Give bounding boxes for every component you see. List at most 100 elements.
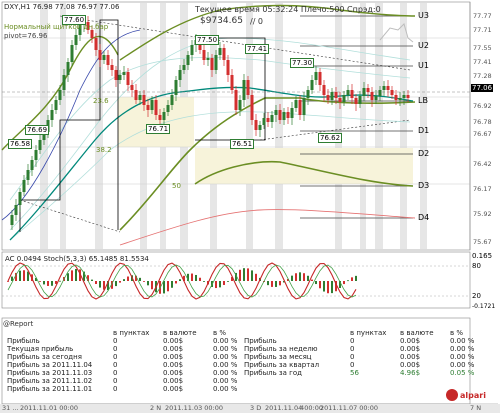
candle-body: [14, 205, 18, 215]
candle-body: [122, 72, 126, 75]
price-label: 76.69: [25, 125, 50, 135]
candle-body: [182, 65, 186, 70]
ac-bar: [115, 281, 117, 287]
ac-bar: [171, 281, 173, 288]
candle-body: [358, 96, 362, 104]
candle-body: [202, 50, 206, 60]
price-axis-label: 76.42: [473, 160, 492, 168]
price-axis-label: 76.17: [473, 185, 492, 193]
ac-bar: [75, 268, 77, 281]
time-axis-label: 2011.11.07 00:00: [320, 404, 379, 412]
report-row: Прибыль за год 56 4.96$ 0.05 %: [244, 369, 475, 377]
candle-body: [130, 85, 134, 90]
candle-body: [274, 110, 278, 115]
report-row: Прибыль за месяц 0 0.00$ 0.00 %: [244, 353, 475, 361]
indicator-axis-label: 80: [472, 262, 481, 270]
ac-bar: [147, 281, 149, 286]
ac-bar: [351, 277, 353, 281]
candle-body: [398, 98, 402, 100]
candle-body: [390, 90, 394, 95]
ac-bar: [267, 281, 269, 286]
time-axis-label: 2011.11.04 00:00: [265, 404, 324, 412]
ac-bar: [251, 270, 253, 281]
candle-body: [378, 90, 382, 96]
ac-bar: [311, 279, 313, 281]
candle-body: [354, 98, 358, 104]
report-left-table: в пунктах в валюте в % Прибыль 0 0.00$ 0.00 % Т…: [3, 329, 259, 393]
fib-label: 38.2: [96, 146, 112, 154]
candle-body: [154, 100, 158, 115]
ac-bar: [127, 276, 129, 281]
candle-body: [186, 55, 190, 65]
report-row: Прибыль за 2011.11.04 0 0.00$ 0.00 %: [7, 361, 238, 369]
candle-body: [282, 112, 286, 120]
price-axis-label: 77.28: [473, 72, 492, 80]
ac-bar: [299, 272, 301, 281]
ac-bar: [319, 281, 321, 289]
ac-bar: [255, 273, 257, 281]
terminal-window: DXY,H1 76.98 77.08 76.97 77.06 Нормальны…: [0, 0, 500, 413]
price-label: 77.41: [245, 44, 270, 54]
report-header-row: в пунктах в валюте в %: [113, 329, 227, 337]
ac-bar: [347, 280, 349, 282]
balance-suffix: // 0: [250, 17, 264, 26]
ac-bar: [219, 281, 221, 288]
price-axis-label: 76.78: [473, 118, 492, 126]
price-axis-label: 77.41: [473, 58, 492, 66]
price-axis-label: 77.55: [473, 44, 492, 52]
candle-body: [70, 45, 74, 62]
ac-bar: [175, 281, 177, 284]
price-axis-label: 77.71: [473, 26, 492, 34]
price-label: 76.58: [8, 139, 33, 149]
report-row: Прибыль за сегодня 0 0.00$ 0.00 %: [7, 353, 238, 361]
candle-body: [146, 105, 150, 110]
candle-body: [318, 72, 322, 85]
ac-bar: [163, 281, 165, 294]
ac-bar: [139, 277, 141, 281]
candle-body: [326, 95, 330, 100]
time-axis: 31 ... 2011.11.01 00:00 2 N 2011.11.03 00:0…: [0, 404, 500, 413]
candle-body: [190, 45, 194, 55]
candle-body: [302, 98, 306, 115]
price-axis-label: 76.67: [473, 130, 492, 138]
ac-bar: [323, 281, 325, 292]
candle-body: [10, 215, 14, 225]
ac-bar: [271, 281, 273, 287]
ac-bar: [215, 281, 217, 289]
ac-bar: [39, 281, 41, 282]
ac-bar: [11, 276, 13, 281]
candle-body: [310, 80, 314, 90]
ac-bar: [199, 277, 201, 281]
ac-bar: [247, 268, 249, 281]
candle-body: [134, 90, 138, 100]
ac-bar: [143, 281, 145, 282]
server-time: Текущее время 05:32:24 Плечо:500 Спрэд:0: [195, 5, 381, 14]
candle-body: [266, 118, 270, 122]
candle-body: [346, 90, 350, 95]
level-label-u2: U2: [418, 41, 429, 50]
level-label-lb: LB: [418, 96, 428, 105]
price-label: 77.30: [290, 58, 315, 68]
subtitle-1: Нормальный щиткой дн.бар: [4, 23, 109, 31]
indicator-axis-label: 20: [472, 292, 481, 300]
candle-body: [218, 48, 222, 55]
ac-bar: [303, 273, 305, 281]
ac-bar: [151, 281, 153, 290]
candle-body: [226, 60, 230, 75]
ac-bar: [27, 271, 29, 281]
candle-body: [314, 72, 318, 80]
price-axis-label: 77.77: [473, 12, 492, 20]
price-axis-label: 75.67: [473, 238, 492, 246]
ac-bar: [239, 269, 241, 281]
ac-bar: [123, 279, 125, 281]
report-right-table: в пунктах в валюте в % Прибыль 0 0.00$ 0.00 % П…: [240, 329, 496, 377]
level-label-u1: U1: [418, 61, 429, 70]
ac-bar: [331, 281, 333, 294]
candle-body: [126, 72, 130, 85]
candle-body: [242, 80, 246, 100]
candle-body: [222, 48, 226, 60]
symbol-header: DXY,H1 76.98 77.08 76.97 77.06: [4, 3, 120, 11]
report-title: @Report: [3, 320, 34, 328]
candle-body: [106, 55, 110, 65]
ac-bar: [19, 270, 21, 281]
